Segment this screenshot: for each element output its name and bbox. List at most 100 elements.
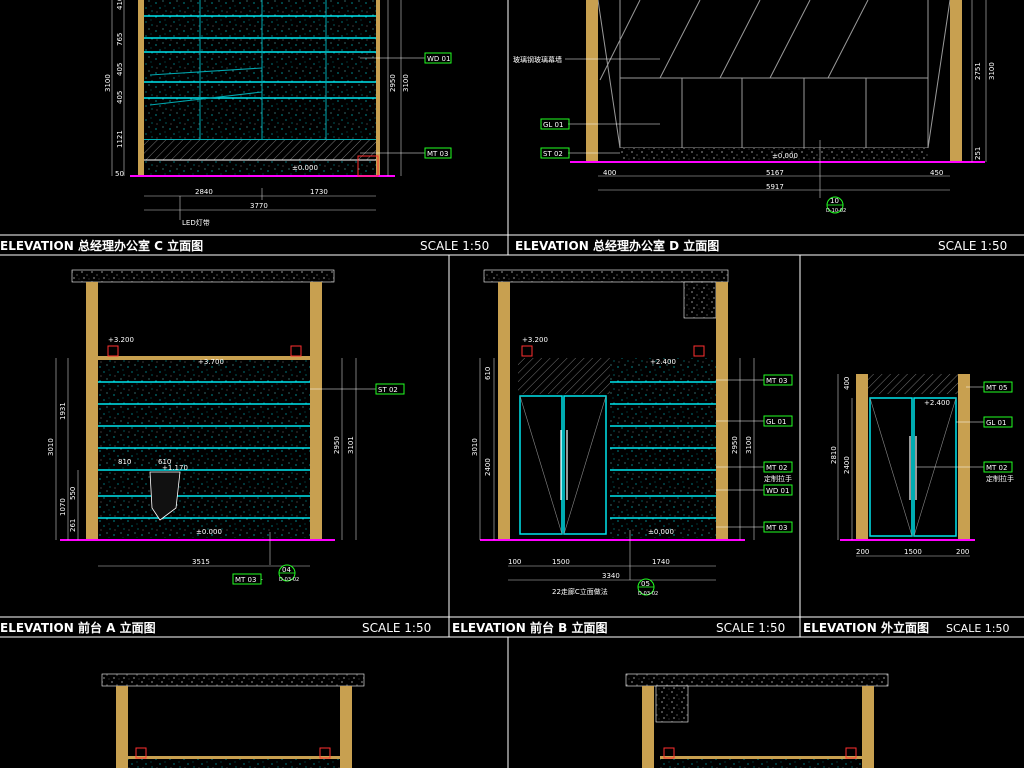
svg-text:MT 05: MT 05 [986, 384, 1007, 392]
svg-text:2400: 2400 [484, 458, 492, 476]
elevation-a-title-bar: ELEVATION 前台 A 立面图 SCALE 1:50 [0, 620, 431, 635]
svg-text:3340: 3340 [602, 572, 620, 580]
svg-text:1500: 1500 [904, 548, 922, 556]
svg-text:3100: 3100 [745, 436, 753, 454]
elevation-c-title-bar: ELEVATION 总经理办公室 C 立面图 SCALE 1:50 [0, 238, 489, 253]
svg-text:MT 03: MT 03 [766, 377, 787, 385]
svg-text:1070: 1070 [59, 498, 67, 516]
svg-text:MT 02: MT 02 [766, 464, 787, 472]
svg-text:610: 610 [484, 367, 492, 380]
elevation-b-drawing [479, 269, 755, 596]
svg-text:261: 261 [69, 519, 77, 532]
callout-05-num: 05 [641, 580, 650, 588]
elevation-e-title-bar: ELEVATION 外立面图 SCALE 1:50 [803, 620, 1009, 635]
svg-text:+2.400: +2.400 [924, 399, 950, 407]
svg-text:1931: 1931 [59, 402, 67, 420]
elevation-e-title: ELEVATION 外立面图 [803, 620, 929, 635]
svg-text:GL 01: GL 01 [766, 418, 786, 426]
svg-text:+3.700: +3.700 [198, 358, 224, 366]
tag-mt03-a: MT 03 [235, 576, 256, 584]
tag-wd01: WD 01 [427, 55, 450, 63]
svg-text:251: 251 [974, 147, 982, 160]
elevation-d-drawing [570, 0, 987, 214]
svg-text:5167: 5167 [766, 169, 784, 177]
svg-text:5917: 5917 [766, 183, 784, 191]
tag-st02: ST 02 [543, 150, 563, 158]
svg-text:2840: 2840 [195, 188, 213, 196]
elevation-b-scale: SCALE 1:50 [716, 621, 785, 635]
tag-gl01: GL 01 [543, 121, 563, 129]
elevation-c-title: ELEVATION 总经理办公室 C 立面图 [0, 238, 203, 253]
svg-text:2950: 2950 [731, 436, 739, 454]
svg-text:3101: 3101 [347, 436, 355, 454]
svg-text:±0.000: ±0.000 [772, 152, 798, 160]
svg-text:3100: 3100 [402, 74, 410, 92]
elevation-a-scale: SCALE 1:50 [362, 621, 431, 635]
svg-text:400: 400 [843, 377, 851, 390]
led-note: LED灯带 [182, 218, 210, 227]
svg-text:550: 550 [69, 487, 77, 500]
svg-text:1121: 1121 [116, 130, 124, 148]
svg-text:定制拉手: 定制拉手 [986, 474, 1014, 483]
svg-text:2950: 2950 [389, 74, 397, 92]
corridor-note: 22走廊C立面做法 [552, 587, 608, 596]
svg-text:200: 200 [956, 548, 969, 556]
svg-text:400: 400 [603, 169, 616, 177]
elevation-a-title: ELEVATION 前台 A 立面图 [0, 620, 156, 635]
svg-text:±0.000: ±0.000 [292, 164, 318, 172]
svg-text:+3.200: +3.200 [108, 336, 134, 344]
svg-text:2751: 2751 [974, 62, 982, 80]
callout-10-num: 10 [830, 197, 839, 205]
svg-text:GL 01: GL 01 [986, 419, 1006, 427]
svg-text:405: 405 [116, 91, 124, 104]
svg-text:3100: 3100 [988, 62, 996, 80]
svg-text:410: 410 [116, 0, 124, 10]
svg-text:3010: 3010 [47, 438, 55, 456]
svg-text:MT 02: MT 02 [986, 464, 1007, 472]
bottom-right-partial-drawing [625, 673, 889, 768]
elevation-e-drawing [837, 374, 975, 557]
svg-text:2950: 2950 [333, 436, 341, 454]
callout-04-num: 04 [282, 566, 291, 574]
cad-drawing-sheet: 410 765 3100 405 405 1121 50 2950 3100 2… [0, 0, 1024, 768]
callout-10-ref: D-10-02 [826, 208, 846, 214]
svg-text:+2.400: +2.400 [650, 358, 676, 366]
elevation-c-scale: SCALE 1:50 [420, 239, 489, 253]
svg-text:1730: 1730 [310, 188, 328, 196]
svg-text:450: 450 [930, 169, 943, 177]
elevation-b-title-bar: ELEVATION 前台 B 立面图 SCALE 1:50 [452, 620, 785, 635]
svg-text:405: 405 [116, 63, 124, 76]
glass-wall-note: 玻璃钢玻璃幕墙 [513, 55, 562, 64]
svg-text:1500: 1500 [552, 558, 570, 566]
elevation-c-drawing [111, 0, 402, 211]
svg-text:WD 01: WD 01 [766, 487, 789, 495]
elevation-d-title: ELEVATION 总经理办公室 D 立面图 [515, 238, 719, 253]
elevation-e-scale: SCALE 1:50 [946, 622, 1009, 635]
elevation-d-scale: SCALE 1:50 [938, 239, 1007, 253]
svg-text:3010: 3010 [471, 438, 479, 456]
svg-text:3770: 3770 [250, 202, 268, 210]
elevation-d-title-bar: ELEVATION 总经理办公室 D 立面图 SCALE 1:50 [515, 238, 1007, 253]
svg-text:1740: 1740 [652, 558, 670, 566]
svg-text:2400: 2400 [843, 456, 851, 474]
svg-text:定制拉手: 定制拉手 [764, 474, 792, 483]
svg-text:3515: 3515 [192, 558, 210, 566]
svg-text:MT 03: MT 03 [766, 524, 787, 532]
bottom-left-partial-drawing [101, 673, 365, 768]
svg-text:100: 100 [508, 558, 521, 566]
svg-text:50: 50 [115, 170, 124, 178]
svg-text:±0.000: ±0.000 [196, 528, 222, 536]
svg-text:±0.000: ±0.000 [648, 528, 674, 536]
svg-text:+3.200: +3.200 [522, 336, 548, 344]
svg-text:765: 765 [116, 33, 124, 46]
svg-text:810: 810 [118, 458, 131, 466]
tag-mt03: MT 03 [427, 150, 448, 158]
svg-text:+1.170: +1.170 [162, 464, 188, 472]
svg-text:2810: 2810 [830, 446, 838, 464]
svg-text:200: 200 [856, 548, 869, 556]
svg-text:3100: 3100 [104, 74, 112, 92]
elevation-b-title: ELEVATION 前台 B 立面图 [452, 620, 607, 635]
tag-st02-a: ST 02 [378, 386, 398, 394]
callout-04-ref: D-03-02 [279, 577, 299, 583]
callout-05-ref: D-03-02 [638, 591, 658, 597]
